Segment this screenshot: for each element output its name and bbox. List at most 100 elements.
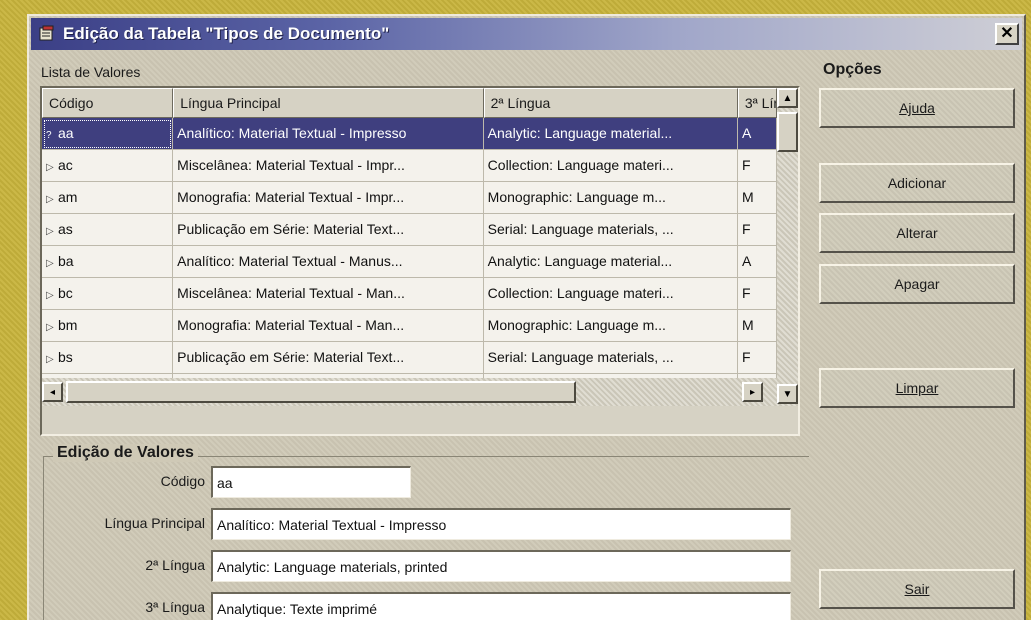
add-button-label: Adicionar [887,175,947,191]
clear-button[interactable]: Limpar [819,368,1015,408]
second-language-field[interactable] [211,550,791,582]
table-cell-third: F [738,150,777,182]
arrow-left-icon: ◂ [49,386,56,398]
column-header-third-language[interactable]: 3ª Língua [737,88,777,118]
table-row[interactable]: ▷ ac Miscelânea: Material Textual - Impr..… [42,150,777,182]
table-cell-main: Analítico: Material Textual - Impresso [173,118,484,150]
edit-values-label: Edição de Valores [53,444,198,462]
table-cell-main: Miscelânea: Material Textual - Man... [173,278,484,310]
second-language-label: 2ª Língua [145,557,205,573]
main-language-field[interactable] [211,508,791,540]
scroll-down-button[interactable]: ▼ [777,384,798,404]
table-cell-code: ? aa [42,118,174,150]
table-cell-third: M [738,310,777,342]
scroll-right-button[interactable]: ▸ [742,382,763,402]
table-cell-code: ▷ bc [42,278,174,310]
help-button[interactable]: Ajuda [819,88,1015,128]
table-row[interactable]: ▷ am Monografia: Material Textual - Impr..… [42,182,777,214]
code-label: Código [160,473,205,489]
table-cell-third: M [738,182,777,214]
arrow-up-icon: ▲ [782,92,793,104]
values-grid[interactable]: Código Língua Principal 2ª Língua 3ª Lín… [40,86,800,436]
horizontal-scroll-thumb[interactable] [66,381,576,403]
current-row-icon: ? [46,130,52,141]
grid-header: Código Língua Principal 2ª Língua 3ª Lín… [42,88,777,118]
table-cell-main: Publicação em Série: Material Text... [173,342,484,374]
scroll-left-button[interactable]: ◂ [42,382,63,402]
row-pointer-icon: ▷ [46,354,54,365]
clear-button-label: Limpar [895,380,939,396]
table-cell-second: Collection: Language materi... [484,150,738,182]
arrow-right-icon: ▸ [749,386,756,398]
vertical-scrollbar[interactable]: ▲ ▼ [777,88,798,406]
scroll-up-button[interactable]: ▲ [777,88,798,108]
table-cell-second: Analytic: Language material... [484,246,738,278]
table-cell-second: Serial: Language materials, ... [484,214,738,246]
table-cell-second: Analytic: Language material... [484,118,738,150]
column-header-code[interactable]: Código [42,88,174,118]
add-button[interactable]: Adicionar [819,163,1015,203]
arrow-down-icon: ▼ [782,388,793,400]
table-cell-third: F [738,214,777,246]
delete-button[interactable]: Apagar [819,264,1015,304]
vertical-scroll-thumb[interactable] [777,112,798,152]
row-pointer-icon: ▷ [46,290,54,301]
table-row[interactable]: ▷ ba Analítico: Material Textual - Manus..… [42,246,777,278]
row-pointer-icon: ▷ [46,258,54,269]
table-cell-main: Analítico: Material Textual - Manus... [173,246,484,278]
exit-button[interactable]: Sair [819,569,1015,609]
row-code: ba [58,253,74,269]
horizontal-scrollbar[interactable]: ◂ ▸ [42,378,777,406]
row-pointer-icon: ▷ [46,226,54,237]
table-cell-third: A [738,246,777,278]
table-cell-third: F [738,342,777,374]
table-cell-code: ▷ as [42,214,174,246]
table-row[interactable]: ▷ bm Monografia: Material Textual - Man...… [42,310,777,342]
column-header-main-language[interactable]: Língua Principal [173,88,484,118]
table-cell-main: Monografia: Material Textual - Impr... [173,182,484,214]
table-row[interactable]: ▷ as Publicação em Série: Material Text...… [42,214,777,246]
table-cell-code: ▷ bs [42,342,174,374]
table-cell-code: ▷ am [42,182,174,214]
close-icon: ✕ [1000,25,1014,42]
table-row[interactable]: ? aa Analítico: Material Textual - Impress… [42,118,777,150]
table-cell-third: A [738,118,777,150]
table-cell-main: Miscelânea: Material Textual - Impr... [173,150,484,182]
title-bar[interactable]: Edição da Tabela "Tipos de Documento" ✕ [31,18,1022,50]
table-cell-third: F [738,278,777,310]
table-cell-second: Monographic: Language m... [484,310,738,342]
third-language-field[interactable] [211,592,791,620]
edit-button-label: Alterar [896,225,938,241]
third-language-label: 3ª Língua [145,599,205,615]
table-cell-second: Collection: Language materi... [484,278,738,310]
table-cell-code: ▷ bm [42,310,174,342]
code-field[interactable] [211,466,411,498]
row-pointer-icon: ▷ [46,322,54,333]
grid-body: Código Língua Principal 2ª Língua 3ª Lín… [42,88,777,406]
help-button-label: Ajuda [899,100,935,116]
row-code: bc [58,285,73,301]
row-code: am [58,189,78,205]
row-code: as [58,221,73,237]
column-header-second-language[interactable]: 2ª Língua [483,88,738,118]
table-cell-second: Monographic: Language m... [484,182,738,214]
value-list-label: Lista de Valores [41,64,141,80]
row-pointer-icon: ▷ [46,162,54,173]
table-row[interactable]: ▷ bc Miscelânea: Material Textual - Man...… [42,278,777,310]
scroll-corner [777,406,798,434]
table-row[interactable]: ▷ bs Publicação em Série: Material Text...… [42,342,777,374]
window-title: Edição da Tabela "Tipos de Documento" [63,24,390,43]
table-edit-dialog: Edição da Tabela "Tipos de Documento" ✕ … [27,14,1026,620]
table-cell-main: Monografia: Material Textual - Man... [173,310,484,342]
main-language-label: Língua Principal [104,515,205,531]
delete-button-label: Apagar [894,276,940,292]
row-code: ac [58,157,73,173]
exit-button-label: Sair [904,581,930,597]
row-code: bs [58,349,73,365]
table-cell-main: Publicação em Série: Material Text... [173,214,484,246]
table-cell-code: ▷ ac [42,150,174,182]
table-cell-second: Serial: Language materials, ... [484,342,738,374]
edit-button[interactable]: Alterar [819,213,1015,253]
row-code: bm [58,317,78,333]
close-button[interactable]: ✕ [995,23,1019,45]
